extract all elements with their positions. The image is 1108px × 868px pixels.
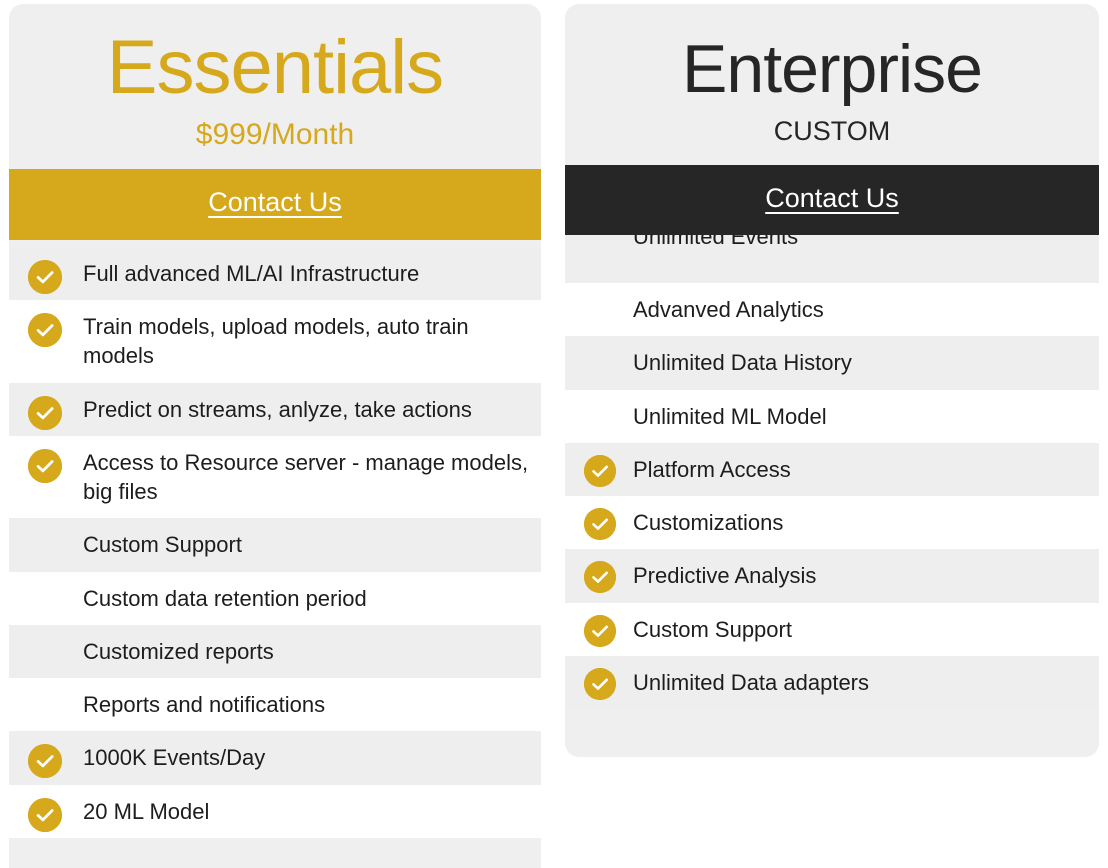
feature-label: Unlimited Data adapters bbox=[633, 669, 870, 695]
contact-us-button-essentials[interactable]: Contact Us bbox=[9, 168, 541, 240]
check-circle-icon bbox=[584, 454, 616, 487]
feature-label: Full advanced ML/AI Infrastructure bbox=[83, 260, 420, 286]
pricing-card-enterprise: Enterprise CUSTOM Contact Us Unlimited E… bbox=[565, 4, 1099, 757]
feature-label: Predict on streams, anlyze, take actions bbox=[83, 396, 472, 422]
feature-list-essentials: Full advanced ML/AI Infrastructure Train … bbox=[9, 239, 541, 838]
feature-row: Customized reports bbox=[9, 624, 541, 679]
feature-row: Custom data retention period bbox=[9, 571, 541, 625]
check-circle-icon bbox=[28, 744, 62, 779]
feature-label: Custom Support bbox=[83, 532, 242, 558]
feature-list-enterprise: Unlimited Events Advanved Analytics Unlimi… bbox=[565, 235, 1099, 710]
plan-title-enterprise: Enterprise bbox=[682, 31, 983, 107]
card-header-essentials: Essentials $999/Month bbox=[9, 4, 541, 169]
feature-row: Advanved Analytics bbox=[565, 283, 1099, 337]
feature-label: Customized reports bbox=[83, 638, 274, 664]
feature-label: Unlimited Data History bbox=[633, 350, 852, 376]
feature-label: Unlimited Events bbox=[633, 235, 799, 250]
feature-label: 1000K Events/Day bbox=[83, 745, 266, 771]
feature-label: Customizations bbox=[633, 510, 784, 536]
feature-row: Train models, upload models, auto train … bbox=[9, 300, 541, 383]
plan-price-enterprise: CUSTOM bbox=[773, 116, 891, 147]
check-circle-icon bbox=[28, 259, 62, 294]
check-circle-icon bbox=[584, 561, 616, 594]
feature-label: Advanved Analytics bbox=[633, 297, 824, 323]
feature-row: Reports and notifications bbox=[9, 678, 541, 732]
feature-label: Access to Resource server - manage model… bbox=[83, 449, 529, 505]
feature-row: Access to Resource server - manage model… bbox=[9, 435, 541, 519]
plan-title-essentials: Essentials bbox=[106, 25, 444, 110]
pricing-page: Essentials $999/Month Contact Us Full ad… bbox=[0, 0, 1108, 868]
contact-us-button-enterprise[interactable]: Contact Us bbox=[565, 165, 1099, 236]
feature-row: Unlimited ML Model bbox=[565, 389, 1099, 443]
feature-row: Customizations bbox=[565, 496, 1099, 550]
feature-row: Unlimited Data adapters bbox=[565, 655, 1099, 710]
feature-label: Custom data retention period bbox=[83, 585, 367, 611]
feature-row: Custom Support bbox=[9, 518, 541, 572]
feature-row: Predictive Analysis bbox=[565, 549, 1099, 603]
feature-row: Predict on streams, anlyze, take actions bbox=[9, 382, 541, 436]
feature-row: Custom Support bbox=[565, 602, 1099, 656]
check-circle-icon bbox=[28, 797, 62, 832]
feature-row: Unlimited Events bbox=[565, 235, 1099, 284]
card-header-enterprise: Enterprise CUSTOM bbox=[565, 4, 1099, 165]
feature-label: 20 ML Model bbox=[83, 798, 210, 824]
feature-label: Unlimited ML Model bbox=[633, 403, 827, 429]
feature-row: Platform Access bbox=[565, 442, 1099, 497]
feature-label: Platform Access bbox=[633, 456, 791, 482]
feature-label: Predictive Analysis bbox=[633, 563, 817, 589]
feature-row: 20 ML Model bbox=[9, 784, 541, 838]
feature-row: Full advanced ML/AI Infrastructure bbox=[9, 246, 541, 301]
feature-label: Reports and notifications bbox=[83, 692, 326, 718]
plan-price-essentials: $999/Month bbox=[195, 117, 355, 151]
feature-row: 1000K Events/Day bbox=[9, 731, 541, 785]
check-circle-icon bbox=[28, 395, 62, 430]
check-circle-icon bbox=[584, 667, 616, 700]
check-circle-icon bbox=[584, 614, 616, 647]
check-circle-icon bbox=[28, 448, 62, 483]
check-circle-icon bbox=[584, 508, 616, 541]
pricing-card-essentials: Essentials $999/Month Contact Us Full ad… bbox=[9, 4, 541, 868]
check-circle-icon bbox=[28, 313, 62, 348]
feature-label: Train models, upload models, auto train … bbox=[83, 314, 469, 369]
feature-label: Custom Support bbox=[633, 616, 792, 642]
feature-row: Unlimited Data History bbox=[565, 336, 1099, 390]
